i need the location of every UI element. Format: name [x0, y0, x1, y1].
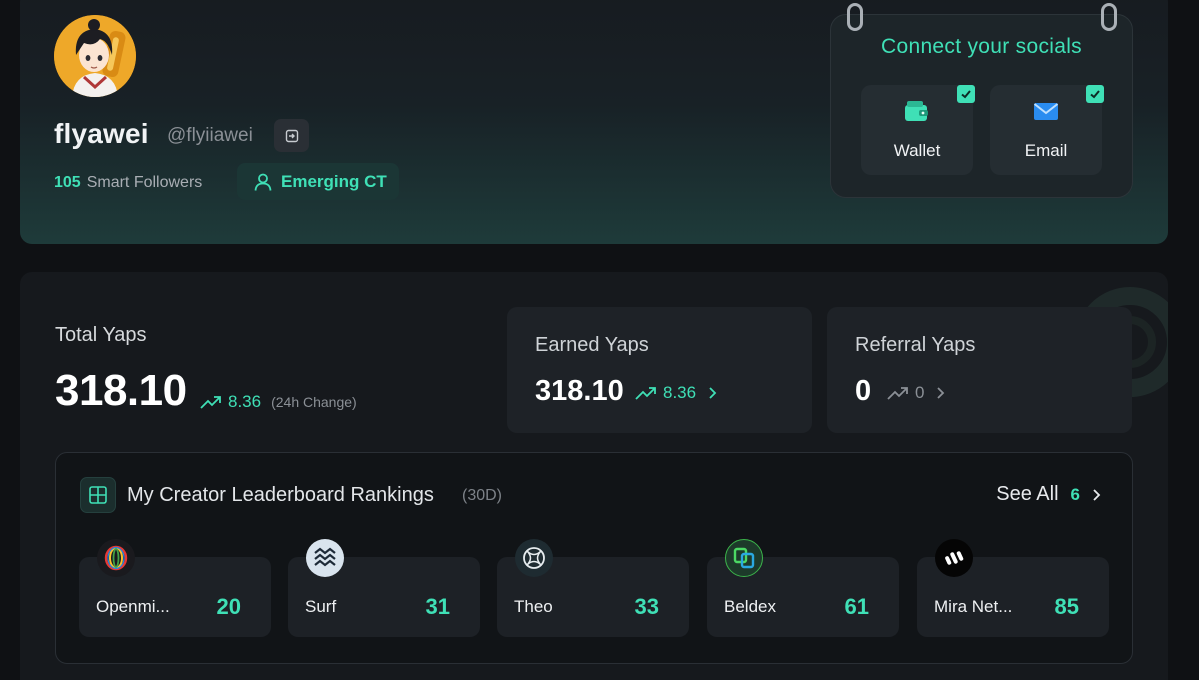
creator-leaderboard-panel: My Creator Leaderboard Rankings (30D) Se…	[55, 452, 1133, 664]
ranking-position: 61	[844, 594, 869, 619]
ranking-position: 31	[425, 594, 450, 619]
connected-check-icon	[1086, 85, 1104, 103]
smart-followers-count: 105	[54, 174, 81, 191]
surf-logo-icon	[306, 539, 344, 577]
ranking-card-beldex[interactable]: Beldex 61	[707, 539, 899, 637]
smart-followers-label: Smart Followers	[86, 174, 203, 191]
referral-yaps-label: Referral Yaps	[855, 334, 976, 356]
earned-yaps-change: 8.36	[635, 383, 718, 403]
ranking-name: Mira Net...	[934, 597, 1013, 616]
email-connect-button[interactable]: Email	[990, 85, 1104, 175]
see-all-button[interactable]: See All 6	[996, 483, 1102, 506]
display-name: flyawei	[54, 118, 149, 149]
earned-yaps-label: Earned Yaps	[535, 334, 649, 356]
ranking-card-mira-network[interactable]: Mira Net... 85	[917, 539, 1109, 637]
user-handle: @flyiiawei	[167, 125, 253, 146]
connect-socials-title: Connect your socials	[881, 35, 1082, 58]
binder-ring-icon	[1101, 3, 1117, 31]
wallet-icon	[905, 101, 928, 121]
ranking-card-theo[interactable]: Theo 33	[497, 539, 689, 637]
chevron-right-icon	[1092, 488, 1102, 502]
ranking-card-openmind[interactable]: Openmi... 20	[79, 539, 271, 637]
layout-grid-icon	[80, 477, 116, 513]
mail-icon	[1033, 103, 1059, 120]
see-all-label: See All	[996, 483, 1059, 505]
tier-badge: Emerging CT	[237, 163, 399, 200]
openmind-logo-icon	[97, 539, 135, 577]
referral-change-value: 0	[915, 383, 925, 402]
ranking-name: Surf	[305, 597, 337, 616]
leaderboard-period: (30D)	[462, 487, 503, 504]
total-change-note: (24h Change)	[271, 394, 357, 410]
earned-yaps-card[interactable]: Earned Yaps 318.10 8.36	[507, 307, 812, 433]
connect-socials-panel: Connect your socials Wallet Email	[830, 3, 1133, 198]
total-yaps-change: 8.36 (24h Change)	[200, 392, 357, 412]
chevron-right-icon[interactable]	[708, 386, 718, 400]
ranking-name: Beldex	[724, 597, 776, 616]
total-change-value: 8.36	[228, 392, 262, 411]
trending-up-icon	[635, 387, 656, 400]
total-yaps-label: Total Yaps	[55, 324, 147, 346]
smart-followers: 105 Smart Followers	[54, 174, 202, 192]
total-yaps-value: 318.10	[55, 366, 187, 415]
see-all-count: 6	[1070, 484, 1080, 504]
binder-ring-icon	[847, 3, 863, 31]
ranking-card-surf[interactable]: Surf 31	[288, 539, 480, 637]
ranking-position: 33	[634, 594, 659, 619]
ranking-position: 20	[216, 594, 241, 619]
chevron-right-icon[interactable]	[936, 386, 946, 400]
yaps-stats-card: Total Yaps 318.10 8.36 (24h Change) Earn…	[20, 272, 1168, 680]
connected-check-icon	[957, 85, 975, 103]
leaderboard-title: My Creator Leaderboard Rankings	[127, 484, 434, 506]
mira-network-logo-icon	[935, 539, 973, 577]
logout-icon	[285, 129, 298, 142]
logout-button[interactable]	[274, 119, 309, 152]
tier-label: Emerging CT	[281, 171, 387, 191]
wallet-label: Wallet	[893, 141, 941, 160]
trending-up-icon	[887, 387, 908, 400]
referral-yaps-change: 0	[887, 383, 946, 403]
trending-up-icon	[200, 396, 221, 409]
referral-yaps-card[interactable]: Referral Yaps 0 0	[827, 307, 1132, 433]
earned-yaps-value: 318.10	[535, 375, 624, 407]
avatar[interactable]	[54, 15, 136, 97]
referral-yaps-value: 0	[855, 375, 872, 407]
user-icon	[254, 173, 272, 191]
earned-change-value: 8.36	[663, 383, 697, 402]
ranking-position: 85	[1054, 594, 1079, 619]
ranking-name: Openmi...	[96, 597, 170, 616]
email-label: Email	[1024, 141, 1068, 160]
theo-logo-icon	[515, 539, 553, 577]
avatar-image	[54, 15, 136, 97]
ranking-name: Theo	[514, 597, 553, 616]
wallet-connect-button[interactable]: Wallet	[861, 85, 975, 175]
beldex-logo-icon	[725, 539, 763, 577]
